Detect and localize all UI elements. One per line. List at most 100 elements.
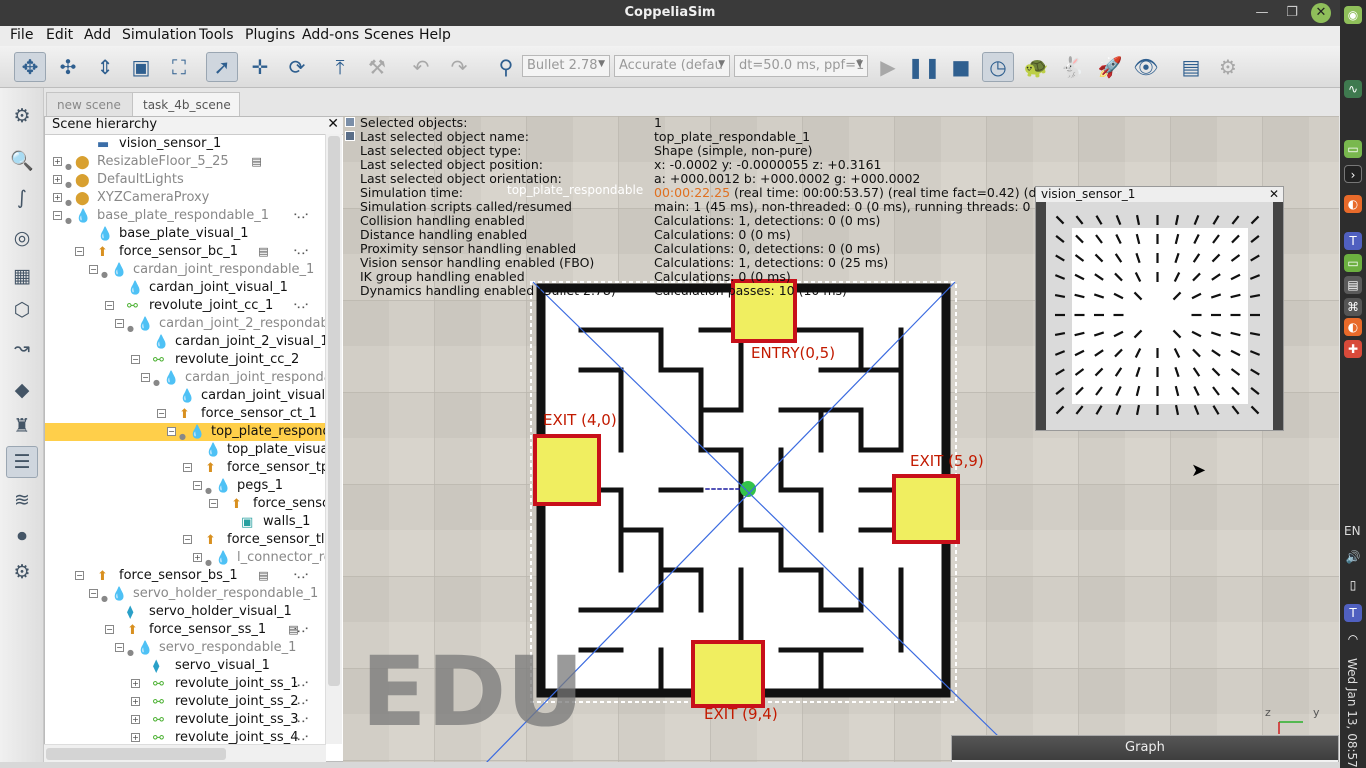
hierarchy-item[interactable]: − ⬆ force_sensor_ss_1 ▤ ⠢⠔ <box>45 621 325 639</box>
hierarchy-item[interactable]: 💧 base_plate_visual_1 <box>45 225 325 243</box>
object-rotate-icon[interactable]: ⟳ <box>281 52 313 82</box>
hierarchy-item[interactable]: 💧 top_plate_visual <box>45 441 325 459</box>
files-icon[interactable]: ▭ <box>1344 140 1362 158</box>
camera-shift-icon[interactable]: ⇕ <box>89 52 121 82</box>
menu-file[interactable]: File <box>10 27 33 43</box>
close-icon[interactable]: ✕ <box>1269 187 1279 202</box>
hierarchy-vertical-scrollbar[interactable] <box>325 134 342 744</box>
transfer-dna-icon[interactable]: ⚒ <box>361 52 393 82</box>
hierarchy-item[interactable]: − ⬆ force_sensor_tl <box>45 531 325 549</box>
menu-edit[interactable]: Edit <box>46 27 73 43</box>
video-recorder-icon[interactable]: ⏺ <box>6 520 38 552</box>
hierarchy-item[interactable]: − ● 💧 cardan_joint_2_respondable <box>45 315 325 333</box>
tab-new-scene[interactable]: new scene <box>46 92 136 116</box>
hierarchy-item[interactable]: + ● 💧 l_connector_re <box>45 549 325 567</box>
undo-icon[interactable]: ↶ <box>405 52 437 82</box>
scrollbar-thumb[interactable] <box>46 748 226 760</box>
teams-icon[interactable]: T <box>1344 232 1362 250</box>
hierarchy-item[interactable]: 💧 cardan_joint_visual_1 <box>45 279 325 297</box>
expand-icon[interactable]: + <box>131 715 140 724</box>
hierarchy-item[interactable]: 💧 cardan_joint_visual_2 <box>45 387 325 405</box>
camera-pan-icon[interactable]: ✥ <box>14 52 46 82</box>
collapse-icon[interactable]: − <box>183 535 192 544</box>
hierarchy-item[interactable]: + ● ⬤ XYZCameraProxy <box>45 189 325 207</box>
search-model-icon[interactable]: 🔍 <box>6 144 38 176</box>
hierarchy-item[interactable]: − ⚯ revolute_joint_cc_1 ⠢⠔ <box>45 297 325 315</box>
object-properties-icon[interactable]: ⬡ <box>6 294 38 326</box>
hierarchy-item[interactable]: + ⚯ revolute_joint_ss_3 ⠢⠔ <box>45 711 325 729</box>
menu-plugins[interactable]: Plugins <box>245 27 295 43</box>
hierarchy-item[interactable]: − ⚯ revolute_joint_cc_2 <box>45 351 325 369</box>
hierarchy-item[interactable]: + ⚯ revolute_joint_ss_2 ⠢⠔ <box>45 693 325 711</box>
code-icon[interactable]: ⌘ <box>1344 298 1362 316</box>
clock[interactable]: Wed Jan 13, 08:57 <box>1345 658 1359 768</box>
script-icon[interactable]: ▤ <box>258 567 268 585</box>
hierarchy-horizontal-scrollbar[interactable] <box>44 744 326 762</box>
hierarchy-item[interactable]: − ● 💧 base_plate_respondable_1 ⠢⠔ <box>45 207 325 225</box>
hierarchy-item[interactable]: ⧫ servo_visual_1 <box>45 657 325 675</box>
hierarchy-item[interactable]: − ● 💧 top_plate_respond <box>45 423 325 441</box>
close-icon[interactable]: ✕ <box>327 116 339 132</box>
system-monitor-icon[interactable]: ∿ <box>1344 80 1362 98</box>
scene-hierarchy-toggle-icon[interactable]: ☰ <box>6 446 38 478</box>
expand-icon[interactable]: + <box>53 157 62 166</box>
scene-selector-icon[interactable]: ⚙ <box>1212 52 1244 82</box>
collapse-icon[interactable]: − <box>131 355 140 364</box>
simulation-settings-icon[interactable]: ⚙ <box>6 100 38 132</box>
collapse-icon[interactable]: − <box>115 319 124 328</box>
expand-icon[interactable]: + <box>131 679 140 688</box>
menu-help[interactable]: Help <box>419 27 451 43</box>
collapse-icon[interactable]: − <box>209 499 218 508</box>
expand-icon[interactable]: + <box>53 175 62 184</box>
firefox-icon[interactable]: ◐ <box>1344 195 1362 213</box>
folder-icon[interactable]: ▭ <box>1344 254 1362 272</box>
camera-angle-icon[interactable]: ▣ <box>125 52 157 82</box>
expand-icon[interactable]: + <box>53 193 62 202</box>
maximize-button[interactable]: ❐ <box>1282 3 1302 23</box>
collapse-icon[interactable]: − <box>75 247 84 256</box>
hierarchy-item[interactable]: − ⬆ force_sensor_tp <box>45 459 325 477</box>
stop-icon[interactable]: ■ <box>945 52 977 82</box>
collapse-icon[interactable]: − <box>141 373 150 382</box>
collapse-icon[interactable]: − <box>157 409 166 418</box>
minimize-button[interactable]: — <box>1252 3 1272 23</box>
tab-task-4b-scene[interactable]: task_4b_scene <box>132 92 240 116</box>
assemble-icon[interactable]: ⤒ <box>324 52 356 82</box>
collapse-icon[interactable]: − <box>167 427 176 436</box>
expand-icon[interactable]: + <box>131 733 140 742</box>
menu-simulation[interactable]: Simulation <box>122 27 197 43</box>
object-shift-icon[interactable]: ✛ <box>244 52 276 82</box>
hierarchy-item[interactable]: ▣ walls_1 <box>45 513 325 531</box>
hierarchy-item[interactable]: 💧 cardan_joint_2_visual_1 <box>45 333 325 351</box>
collapse-icon[interactable]: − <box>53 211 62 220</box>
collapse-icon[interactable]: − <box>183 463 192 472</box>
collapse-icon[interactable]: − <box>193 481 202 490</box>
hierarchy-item[interactable]: + ⚯ revolute_joint_ss_1 ⠢⠔ <box>45 675 325 693</box>
hierarchy-item[interactable]: − ● 💧 pegs_1 <box>45 477 325 495</box>
click-select-icon[interactable]: ➚ <box>206 52 238 82</box>
camera-rotate-icon[interactable]: ✣ <box>52 52 84 82</box>
script-icon[interactable]: ∫ <box>6 182 38 214</box>
hierarchy-item[interactable]: − ● 💧 cardan_joint_responda <box>45 369 325 387</box>
scrollbar-thumb[interactable] <box>328 136 340 686</box>
mint-menu-icon[interactable]: ◉ <box>1344 6 1362 24</box>
collapse-icon[interactable]: − <box>89 589 98 598</box>
layers-stack-icon[interactable]: ≋ <box>6 484 38 516</box>
page-selector-icon[interactable]: ▤ <box>1175 52 1207 82</box>
hierarchy-item[interactable]: ▬ vision_sensor_1 <box>45 135 325 153</box>
user-settings-icon[interactable]: ⚙ <box>6 556 38 588</box>
app-icon[interactable]: ▤ <box>1344 276 1362 294</box>
info-toggle-icon[interactable] <box>345 131 355 141</box>
model-browser-icon[interactable]: ♜ <box>6 410 38 442</box>
slow-down-icon[interactable]: 🐢 <box>1020 52 1052 82</box>
physics-engine-select[interactable]: Bullet 2.78 ▼ <box>522 55 610 77</box>
vision-sensor-window[interactable]: vision_sensor_1 ✕ <box>1035 186 1284 431</box>
accuracy-select[interactable]: Accurate (defau ▼ <box>614 55 730 77</box>
collapse-icon[interactable]: − <box>105 301 114 310</box>
close-button[interactable]: ✕ <box>1311 3 1331 23</box>
real-time-icon[interactable]: ◷ <box>982 52 1014 82</box>
redo-icon[interactable]: ↷ <box>443 52 475 82</box>
timestep-select[interactable]: dt=50.0 ms, ppf=1 ▼ <box>734 55 868 77</box>
visualization-toggle-icon[interactable]: 👁 <box>1130 52 1162 82</box>
hierarchy-item[interactable]: −⬆force_sensor_ct_1▤ <box>45 405 325 423</box>
